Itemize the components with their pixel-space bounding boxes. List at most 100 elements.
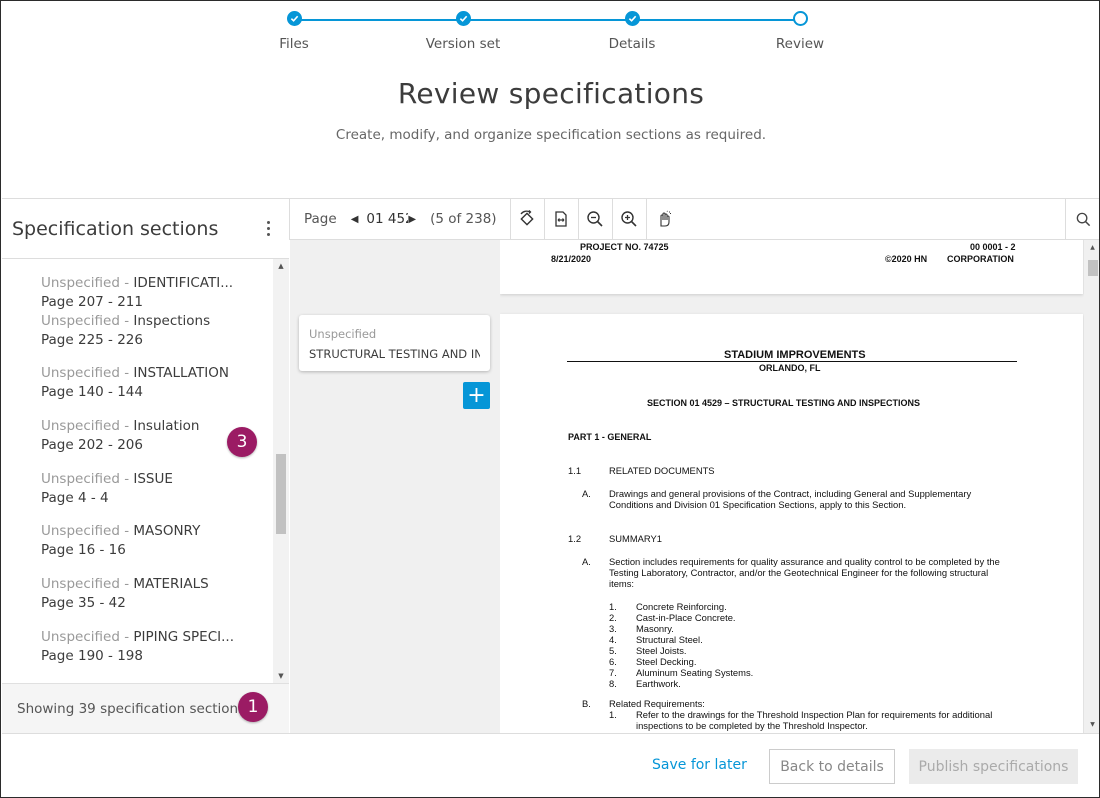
- save-for-later-button[interactable]: Save for later: [652, 757, 747, 773]
- scroll-down-icon[interactable]: ▼: [273, 669, 289, 683]
- section-separator: -: [119, 418, 134, 435]
- section-name: ISSUE: [133, 470, 173, 487]
- section-card[interactable]: Unspecified STRUCTURAL TESTING AND IN...: [299, 315, 490, 371]
- doc-list-number: 3.: [609, 623, 617, 634]
- step-version-set[interactable]: Version set: [403, 11, 523, 52]
- doc-project-no: PROJECT NO. 74725: [580, 242, 669, 252]
- search-icon[interactable]: [1065, 199, 1099, 240]
- section-title: Unspecified - INSTALLATION: [41, 364, 272, 383]
- doc-list-text: Cast-in-Place Concrete.: [636, 612, 736, 623]
- list-item[interactable]: Unspecified - PIPING SPECI... Page 190 - …: [2, 628, 272, 681]
- doc-list-number: 8.: [609, 678, 617, 689]
- wizard-footer: Save for later Back to details Publish s…: [2, 733, 1099, 797]
- scroll-up-icon[interactable]: ▲: [1084, 240, 1099, 254]
- section-status: Unspecified: [41, 365, 120, 382]
- doc-list-number: 7.: [609, 667, 617, 678]
- section-name: Inspections: [133, 312, 211, 329]
- card-status: Unspecified: [309, 327, 377, 341]
- section-pages: Page 35 - 42: [41, 595, 126, 612]
- doc-text: Section includes requirements for qualit…: [609, 556, 1000, 567]
- step-label: Details: [608, 36, 656, 52]
- triangle-left-icon[interactable]: ◀: [351, 214, 359, 225]
- doc-part: PART 1 - GENERAL: [568, 432, 652, 442]
- section-name: PIPING SPECI...: [133, 628, 234, 645]
- doc-text: Drawings and general provisions of the C…: [609, 488, 972, 499]
- section-separator: -: [119, 628, 134, 645]
- section-status: Unspecified: [41, 628, 120, 645]
- scroll-down-icon[interactable]: ▼: [1084, 717, 1099, 731]
- callout-badge-1: 1: [238, 692, 268, 722]
- document-page-previous: PROJECT NO. 74725 00 0001 - 2 8/21/2020 …: [500, 240, 1083, 294]
- rotate-icon[interactable]: [511, 198, 545, 240]
- doc-list-text: Structural Steel.: [636, 634, 703, 645]
- section-title: Unspecified - MATERIALS: [41, 575, 272, 594]
- step-label: Review: [775, 36, 825, 52]
- page-label: Page: [304, 211, 337, 227]
- document-scrollbar[interactable]: ▲ ▼: [1084, 240, 1099, 733]
- section-name: MASONRY: [133, 523, 201, 540]
- step-details[interactable]: Details: [572, 11, 692, 52]
- triangle-right-icon[interactable]: ▶: [408, 214, 416, 225]
- list-item[interactable]: Unspecified - MATERIALS Page 35 - 42: [2, 575, 272, 628]
- doc-copyright: ©2020 HN: [885, 254, 928, 264]
- page-input[interactable]: 01 452: [366, 211, 408, 227]
- scroll-thumb[interactable]: [276, 454, 286, 534]
- list-item[interactable]: Unspecified - INSTALLATION Page 140 - 144: [2, 364, 272, 417]
- viewer-toolbar: Page ◀ 01 452 ▶ (5 of 238): [289, 198, 1099, 240]
- circle-icon: [792, 11, 808, 26]
- doc-text: items:: [609, 578, 635, 589]
- section-separator: -: [119, 365, 134, 382]
- zoom-out-icon[interactable]: [579, 198, 613, 240]
- doc-text: Testing Laboratory, Contractor, and/or t…: [609, 567, 989, 578]
- doc-location: ORLANDO, FL: [759, 363, 821, 373]
- doc-list-number: 6.: [609, 656, 617, 667]
- doc-list-text: Aluminum Seating Systems.: [636, 667, 754, 678]
- doc-list-text: Steel Decking.: [636, 656, 697, 667]
- pan-hand-icon[interactable]: [647, 198, 681, 240]
- kebab-menu-icon[interactable]: [267, 221, 271, 236]
- section-pages: Page 4 - 4: [41, 489, 109, 506]
- document-viewer[interactable]: PROJECT NO. 74725 00 0001 - 2 8/21/2020 …: [500, 240, 1099, 733]
- list-scrollbar[interactable]: ▲ ▼: [273, 259, 289, 683]
- doc-num: 1.1: [568, 465, 582, 476]
- list-item[interactable]: Unspecified - IDENTIFICATI... Page 207 - …: [2, 259, 272, 312]
- fit-width-icon[interactable]: [545, 198, 579, 240]
- doc-heading: STADIUM IMPROVEMENTS: [724, 349, 866, 361]
- step-review: Review: [740, 11, 860, 52]
- section-pages: Page 207 - 211: [41, 294, 143, 310]
- doc-list-text: Earthwork.: [636, 678, 681, 689]
- publish-specifications-button[interactable]: Publish specifications: [909, 749, 1078, 784]
- doc-text: Refer to the drawings for the Threshold …: [636, 709, 993, 720]
- list-item[interactable]: Unspecified - MASONRY Page 16 - 16: [2, 522, 272, 575]
- app-window: Files Version set Details Review Review …: [0, 0, 1100, 798]
- doc-section-title: SECTION 01 4529 – STRUCTURAL TESTING AND…: [647, 398, 921, 408]
- card-title: STRUCTURAL TESTING AND IN...: [309, 347, 480, 361]
- page-title: Review specifications: [397, 77, 705, 110]
- step-files[interactable]: Files: [234, 11, 354, 52]
- section-name: INSTALLATION: [133, 365, 229, 382]
- add-section-button[interactable]: +: [463, 382, 490, 409]
- zoom-in-icon[interactable]: [613, 198, 647, 240]
- section-title: Unspecified - IDENTIFICATI...: [41, 274, 272, 293]
- section-name: Insulation: [133, 418, 200, 435]
- section-pages: Page 190 - 198: [41, 647, 143, 664]
- doc-list-number: 2.: [609, 612, 617, 623]
- doc-num: A.: [582, 488, 591, 499]
- panel-title: Specification sections: [12, 217, 219, 240]
- back-to-details-button[interactable]: Back to details: [769, 749, 895, 784]
- section-status: Unspecified: [41, 470, 120, 487]
- doc-subheading: RELATED DOCUMENTS: [609, 465, 715, 476]
- step-label: Files: [279, 36, 309, 52]
- section-status: Unspecified: [41, 523, 120, 540]
- section-pages: Page 225 - 226: [41, 331, 143, 348]
- wizard-stepper: Files Version set Details Review: [1, 1, 1099, 61]
- plus-icon: +: [467, 382, 486, 408]
- list-item[interactable]: Unspecified - ISSUE Page 4 - 4: [2, 470, 272, 523]
- specification-sections-panel: Specification sections Unspecified - IDE…: [2, 198, 289, 734]
- doc-list-text: Steel Joists.: [636, 645, 687, 656]
- doc-text: Conditions and Division 01 Specification…: [609, 499, 907, 510]
- scroll-thumb[interactable]: [1088, 260, 1098, 276]
- scroll-up-icon[interactable]: ▲: [273, 259, 289, 273]
- section-title: Unspecified - PIPING SPECI...: [41, 628, 272, 647]
- list-item[interactable]: Unspecified - Inspections Page 225 - 226: [2, 312, 272, 365]
